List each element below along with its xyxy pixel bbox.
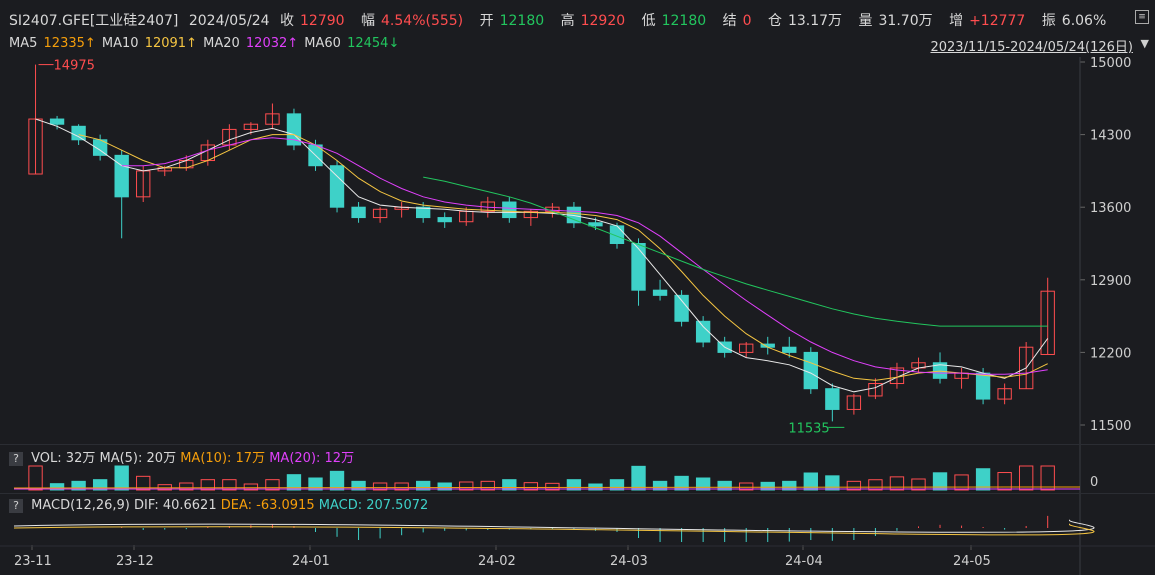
- kline-chart[interactable]: 150001430013600129001220011500 23-11 23-1…: [0, 0, 1155, 575]
- panel-divider: [0, 444, 1155, 445]
- volume-bar: [222, 479, 237, 491]
- candle-body: [351, 206, 366, 219]
- y-tick-label: 15000: [1090, 56, 1131, 71]
- vol-ma20: MA(20): 12万: [269, 451, 355, 466]
- moving-average-lines: [35, 118, 1049, 393]
- help-icon[interactable]: ?: [9, 452, 23, 466]
- macd-legend: ? MACD(12,26,9) DIF: 40.6621 DEA: -63.09…: [9, 498, 428, 513]
- candle-body: [825, 388, 840, 410]
- candle-body: [674, 294, 689, 322]
- vol-value: VOL: 32万: [31, 451, 96, 466]
- y-tick-label: 14300: [1090, 129, 1131, 144]
- x-tick-label: 24-05: [953, 554, 991, 569]
- macd-dif-line: [13, 519, 1095, 533]
- candle-body: [631, 243, 646, 291]
- vol-ma10: MA(10): 17万: [180, 451, 266, 466]
- low-annotation: 11535: [788, 421, 829, 436]
- macd-bars: [13, 515, 1095, 542]
- volume-bar: [1018, 465, 1034, 491]
- x-tick-label: 24-04: [785, 554, 823, 569]
- volume-bar: [631, 465, 646, 491]
- macd-dea-line: [13, 523, 1095, 536]
- volume-bar: [609, 479, 625, 491]
- candle-body: [782, 346, 797, 353]
- candle-body: [114, 154, 129, 198]
- macd-dea: DEA: -63.0915: [220, 498, 315, 513]
- candle-body: [975, 372, 991, 400]
- y-tick-label: 12900: [1090, 274, 1131, 289]
- panel-divider: [0, 493, 1155, 494]
- candle-body: [71, 125, 86, 141]
- volume-bar: [868, 479, 883, 491]
- macd-dif: DIF: 40.6621: [134, 498, 217, 513]
- y-tick-label: 12200: [1090, 346, 1131, 361]
- y-tick-label: 11500: [1090, 419, 1131, 434]
- volume-bar: [889, 476, 905, 491]
- ma-line-ma20: [121, 137, 1048, 375]
- high-annotation: 14975: [54, 59, 95, 74]
- ma-line-ma5: [35, 118, 1049, 393]
- candle-body: [652, 289, 668, 296]
- volume-bar: [28, 465, 43, 491]
- volume-bar: [674, 475, 689, 491]
- price-axis: 15000 14300 13600 12900 12200 11500: [1079, 56, 1131, 575]
- x-tick-label: 23-11: [14, 554, 52, 569]
- ma-line-ma10: [78, 134, 1048, 381]
- annotations: 14975 11535: [38, 59, 845, 436]
- candle-body: [49, 118, 65, 125]
- volume-bar: [911, 478, 926, 491]
- y-tick-label: 13600: [1090, 201, 1131, 216]
- volume-bar: [1040, 465, 1055, 491]
- volume-bar: [265, 479, 280, 491]
- volume-bars: [13, 465, 1081, 491]
- candlesticks: [28, 64, 1055, 422]
- help-icon[interactable]: ?: [9, 499, 23, 513]
- volume-bar: [200, 479, 215, 491]
- vol-axis-zero: 0: [1090, 475, 1099, 490]
- vol-ma5: MA(5): 20万: [99, 451, 177, 466]
- volume-bar: [695, 477, 711, 491]
- volume-bar: [114, 465, 129, 491]
- macd-label: MACD(12,26,9): [31, 498, 130, 513]
- volume-bar: [502, 479, 517, 491]
- vol-ma10-line: [13, 486, 1081, 489]
- volume-bar: [92, 479, 108, 491]
- macd-value: MACD: 207.5072: [318, 498, 429, 513]
- volume-bar: [825, 475, 840, 491]
- volume-bar: [566, 479, 582, 491]
- volume-legend: ? VOL: 32万 MA(5): 20万 MA(10): 17万 MA(20)…: [9, 447, 354, 466]
- date-axis: 23-11 23-12 24-01 24-02 24-03 24-04 24-05: [0, 545, 1155, 569]
- candle-body: [437, 217, 452, 223]
- x-tick-label: 24-02: [478, 554, 516, 569]
- x-tick-label: 24-03: [610, 554, 648, 569]
- candle-body: [588, 222, 603, 227]
- x-tick-label: 24-01: [292, 554, 330, 569]
- x-tick-label: 23-12: [116, 554, 154, 569]
- volume-bar: [954, 474, 969, 491]
- candle-body: [502, 201, 517, 219]
- ma-line-ma60: [423, 176, 1048, 327]
- candle-body: [803, 351, 818, 390]
